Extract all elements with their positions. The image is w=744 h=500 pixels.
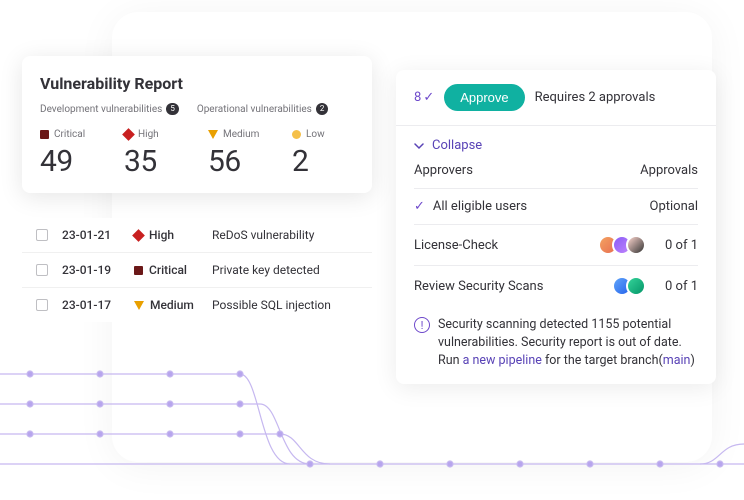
report-tabs: Development vulnerabilities 5 Operationa… [40,103,354,115]
approvers-header: Approvers [414,163,473,178]
new-pipeline-link[interactable]: a new pipeline [463,353,542,368]
rule-name: All eligible users [433,199,527,214]
severity-critical[interactable]: Critical 49 [40,129,102,179]
rule-name: License-Check [414,238,498,253]
chevron-down-icon [414,141,424,151]
check-icon: ✓ [423,90,434,105]
approvals-header-col: Approvals [640,163,698,178]
severity-label: Medium [223,129,259,140]
approvals-header: 8✓ Approve Requires 2 approvals [414,84,698,111]
approvals-panel: 8✓ Approve Requires 2 approvals Collapse… [396,70,716,384]
tab-label: Development vulnerabilities [40,104,162,115]
approval-count: 8 [414,90,421,105]
tab-operational[interactable]: Operational vulnerabilities 2 [197,103,329,115]
warning-text: Security scanning detected 1155 potentia… [438,316,698,370]
tab-development[interactable]: Development vulnerabilities 5 [40,103,179,115]
warning-icon: ! [414,317,430,333]
low-icon [292,130,301,139]
rule-name: Review Security Scans [414,279,543,294]
finding-severity: Medium [134,298,198,312]
checkbox[interactable] [36,299,48,311]
finding-date: 23-01-19 [62,263,120,277]
approval-count-badge: 8✓ [414,90,434,105]
rule-status: Optional [650,199,698,214]
severity-label: Low [306,129,325,140]
severity-low[interactable]: Low 2 [292,129,354,179]
finding-desc: ReDoS vulnerability [212,228,358,242]
rule-ratio: 0 of 1 [654,238,698,253]
severity-count: 2 [292,144,354,179]
finding-date: 23-01-21 [62,228,120,242]
finding-row[interactable]: 23-01-17 Medium Possible SQL injection [22,288,372,322]
check-icon: ✓ [414,199,425,214]
approvals-columns: Approvers Approvals [414,161,698,188]
severity-label: High [138,129,159,140]
severity-count: 35 [124,144,186,179]
critical-icon [134,266,143,275]
severity-summary: Critical 49 High 35 Medium 56 Low 2 [40,129,354,179]
collapse-toggle[interactable]: Collapse [414,126,698,161]
approver-avatars[interactable] [612,276,646,296]
findings-list: 23-01-21 High ReDoS vulnerability 23-01-… [22,218,372,322]
rule-row-security: Review Security Scans 0 of 1 [414,265,698,306]
severity-count: 56 [208,144,270,179]
severity-label: Critical [54,129,85,140]
checkbox[interactable] [36,229,48,241]
high-icon [132,229,145,242]
report-title: Vulnerability Report [40,74,354,93]
severity-high[interactable]: High 35 [124,129,186,179]
finding-severity: Critical [134,263,198,277]
approve-button[interactable]: Approve [444,84,524,111]
security-warning: ! Security scanning detected 1155 potent… [414,306,698,370]
checkbox[interactable] [36,264,48,276]
finding-desc: Possible SQL injection [212,298,358,312]
main-branch-link[interactable]: main [663,353,691,368]
finding-desc: Private key detected [212,263,358,277]
finding-row[interactable]: 23-01-21 High ReDoS vulnerability [22,218,372,253]
collapse-label: Collapse [432,138,482,153]
avatar[interactable] [626,235,646,255]
finding-date: 23-01-17 [62,298,120,312]
vulnerability-report-card: Vulnerability Report Development vulnera… [22,56,372,193]
rule-ratio: 0 of 1 [654,279,698,294]
requires-text: Requires 2 approvals [535,90,656,105]
finding-row[interactable]: 23-01-19 Critical Private key detected [22,253,372,288]
finding-severity: High [134,228,198,242]
critical-icon [40,130,49,139]
rule-row-eligible: ✓ All eligible users Optional [414,188,698,224]
rule-row-license: License-Check 0 of 1 [414,224,698,265]
tab-count-badge: 5 [166,103,179,115]
approver-avatars[interactable] [598,235,646,255]
avatar[interactable] [626,276,646,296]
medium-icon [134,301,144,310]
tab-count-badge: 2 [316,103,329,115]
high-icon [122,128,135,141]
severity-count: 49 [40,144,102,179]
medium-icon [208,130,218,139]
severity-medium[interactable]: Medium 56 [208,129,270,179]
tab-label: Operational vulnerabilities [197,104,312,115]
